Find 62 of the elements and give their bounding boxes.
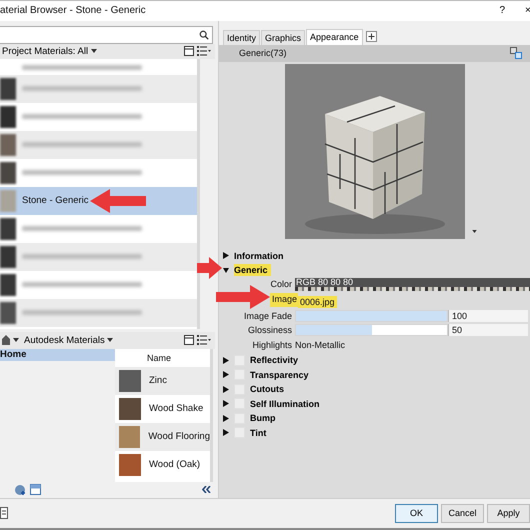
property-label: Image Fade: [242, 310, 293, 323]
material-name: Stone - Generic: [22, 195, 89, 206]
caret-icon[interactable]: [472, 230, 477, 233]
section-title: Tint: [250, 426, 268, 439]
expand-arrow-icon[interactable]: [223, 386, 229, 393]
tab[interactable]: Appearance: [306, 28, 363, 45]
help-button[interactable]: ?: [499, 5, 505, 16]
expand-arrow-icon[interactable]: [223, 414, 229, 422]
property-label: Color: [269, 278, 293, 291]
image-file-link[interactable]: 0006.jpg: [298, 296, 337, 308]
section-title: Information: [234, 250, 284, 262]
slider[interactable]: [295, 324, 448, 336]
caret-icon: [107, 338, 114, 342]
dialog-button[interactable]: Apply: [487, 504, 530, 523]
tab[interactable]: Graphics: [261, 30, 306, 45]
material-row[interactable]: Wood Flooring: [115, 422, 210, 451]
column-header: Name: [146, 352, 172, 365]
document-icon[interactable]: [0, 507, 8, 520]
list-view-icon[interactable]: [197, 335, 211, 346]
close-button[interactable]: ×: [525, 5, 530, 16]
section-title: Reflectivity: [250, 354, 300, 366]
expand-arrow-icon[interactable]: [223, 371, 229, 378]
search-icon: [199, 30, 209, 40]
material-row[interactable]: [0, 242, 197, 271]
property-label: Glossiness: [246, 324, 293, 338]
section-title: Cutouts: [250, 383, 285, 396]
dialog-button[interactable]: Cancel: [441, 504, 484, 523]
caret-icon: [90, 49, 97, 54]
value-field[interactable]: 100: [448, 310, 528, 322]
swap-asset-icon[interactable]: [510, 47, 522, 60]
color-field[interactable]: RGB 80 80 80: [295, 278, 530, 287]
material-row[interactable]: Stone - Generic: [0, 186, 197, 215]
collapse-icon[interactable]: [202, 486, 211, 494]
expand-arrow-icon[interactable]: [223, 356, 229, 364]
panel-icon[interactable]: [184, 46, 194, 56]
value-field[interactable]: 50: [448, 324, 528, 336]
search-field[interactable]: [0, 26, 213, 44]
add-tab-icon[interactable]: [366, 30, 377, 42]
dialog-button[interactable]: OK: [395, 504, 438, 523]
property-label: Image: [270, 292, 298, 307]
panel-icon[interactable]: [184, 335, 194, 346]
section-title: Transparency: [250, 368, 310, 381]
window-title: aterial Browser - Stone - Generic: [0, 5, 147, 16]
material-row[interactable]: [0, 74, 197, 103]
dropdown-value[interactable]: Non-Metallic: [295, 338, 346, 352]
caret-icon[interactable]: [13, 338, 19, 342]
expand-arrow-icon[interactable]: [223, 429, 229, 436]
material-row[interactable]: Zinc: [115, 366, 210, 395]
globe-add-icon[interactable]: [14, 484, 26, 496]
tab[interactable]: Identity: [223, 30, 260, 45]
expand-arrow-icon[interactable]: [223, 400, 229, 408]
tree-item[interactable]: Home: [0, 348, 115, 361]
section-title: Self Illumination: [250, 398, 321, 410]
material-row[interactable]: [0, 298, 197, 327]
property-label: Highlights: [251, 338, 293, 352]
section-title: Bump: [250, 412, 276, 424]
list-view-icon[interactable]: [197, 46, 211, 56]
expand-arrow-icon[interactable]: [223, 252, 229, 260]
asset-name: Generic(73): [239, 48, 287, 58]
home-icon[interactable]: [2, 335, 10, 346]
expand-arrow-icon[interactable]: [223, 266, 229, 274]
section-title: Generic: [234, 264, 271, 276]
